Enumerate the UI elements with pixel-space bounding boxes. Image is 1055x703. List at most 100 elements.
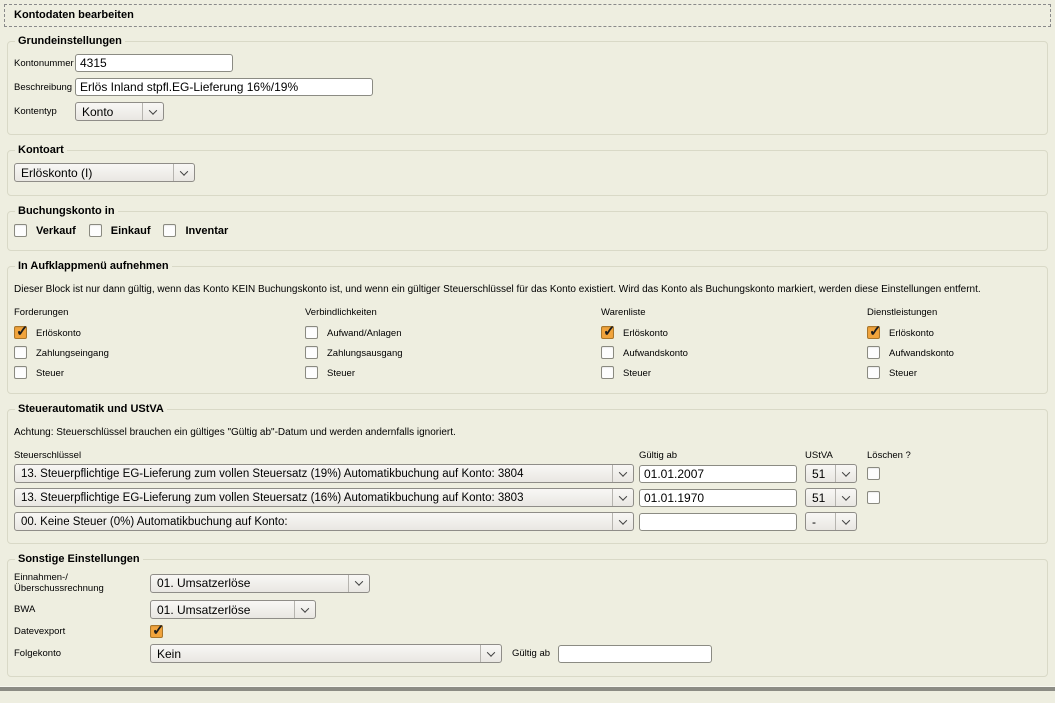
aufklappmenu-columns: Forderungen Erlöskonto Zahlungseingang S… [14, 307, 1041, 386]
section-grundeinstellungen: Grundeinstellungen Kontonummer Beschreib… [7, 35, 1048, 135]
chevron-down-icon [348, 575, 369, 592]
chevron-down-icon [294, 601, 315, 618]
list-item: Zahlungseingang [14, 346, 305, 359]
list-item: Steuer [867, 366, 1041, 379]
steuerschluessel-select-2[interactable]: 13. Steuerpflichtige EG-Lieferung zum vo… [14, 488, 634, 507]
steuerschluessel-select-2-value: 13. Steuerpflichtige EG-Lieferung zum vo… [15, 489, 612, 506]
ustva-select-1[interactable]: 51 [805, 464, 857, 483]
loeschen-checkbox-2[interactable] [867, 491, 880, 504]
header-loeschen: Löschen ? [867, 450, 911, 461]
bwa-select[interactable]: 01. Umsatzerlöse [150, 600, 316, 619]
row-beschreibung: Beschreibung [14, 78, 1041, 96]
kontoart-select[interactable]: Erlöskonto (I) [14, 163, 195, 182]
warenliste-erloeskonto-checkbox[interactable] [601, 326, 614, 339]
chevron-down-icon [612, 489, 633, 506]
gueltig-ab-input-3[interactable] [639, 513, 797, 531]
steuerschluessel-select-1[interactable]: 13. Steuerpflichtige EG-Lieferung zum vo… [14, 464, 634, 483]
steuerschluessel-select-1-value: 13. Steuerpflichtige EG-Lieferung zum vo… [15, 465, 612, 482]
list-item: Erlöskonto [867, 326, 1041, 339]
chevron-down-icon [173, 164, 194, 181]
section-kontoart-legend: Kontoart [15, 144, 67, 156]
datevexport-checkbox[interactable] [150, 625, 163, 638]
list-item: Erlöskonto [601, 326, 867, 339]
row-folgekonto: Folgekonto Kein Gültig ab [14, 644, 1041, 663]
forderungen-erloeskonto-label: Erlöskonto [36, 326, 81, 339]
inventar-checkbox[interactable] [163, 224, 176, 237]
chevron-down-icon [142, 103, 163, 120]
column-verbindlichkeiten-header: Verbindlichkeiten [305, 307, 601, 318]
list-item: Steuer [14, 366, 305, 379]
list-item: Zahlungsausgang [305, 346, 601, 359]
row-kontentyp: Kontentyp Konto [14, 102, 1041, 121]
ustva-select-1-value: 51 [806, 465, 835, 482]
ustva-select-3-value: - [806, 513, 835, 530]
eur-select[interactable]: 01. Umsatzerlöse [150, 574, 370, 593]
gueltig-ab-input-2[interactable] [639, 489, 797, 507]
verbindlichkeiten-steuer-checkbox[interactable] [305, 366, 318, 379]
folgekonto-label: Folgekonto [14, 648, 150, 659]
chevron-down-icon [612, 513, 633, 530]
folgekonto-gueltig-ab-input[interactable] [558, 645, 712, 663]
loeschen-checkbox-1[interactable] [867, 467, 880, 480]
warenliste-steuer-checkbox[interactable] [601, 366, 614, 379]
ustva-select-2-value: 51 [806, 489, 835, 506]
list-item: Aufwandskonto [867, 346, 1041, 359]
header-steuerschluessel: Steuerschlüssel [14, 450, 639, 461]
list-item: Steuer [601, 366, 867, 379]
verbindlichkeiten-aufwand-checkbox[interactable] [305, 326, 318, 339]
folgekonto-select[interactable]: Kein [150, 644, 502, 663]
kontoart-select-value: Erlöskonto (I) [15, 164, 173, 181]
steuerschluessel-select-3[interactable]: 00. Keine Steuer (0%) Automatikbuchung a… [14, 512, 634, 531]
checkbox-row-verkauf: Verkauf [14, 224, 76, 237]
list-item: Aufwandskonto [601, 346, 867, 359]
bottom-separator-bar [0, 686, 1055, 691]
forderungen-erloeskonto-checkbox[interactable] [14, 326, 27, 339]
section-steuerautomatik: Steuerautomatik und UStVA Achtung: Steue… [7, 403, 1048, 544]
column-warenliste: Warenliste Erlöskonto Aufwandskonto Steu… [601, 307, 867, 386]
inventar-label: Inventar [185, 225, 228, 237]
ustva-select-3[interactable]: - [805, 512, 857, 531]
column-warenliste-header: Warenliste [601, 307, 867, 318]
verbindlichkeiten-steuer-label: Steuer [327, 366, 355, 379]
chevron-down-icon [835, 489, 856, 506]
einkauf-checkbox[interactable] [89, 224, 102, 237]
column-forderungen-header: Forderungen [14, 307, 305, 318]
row-datevexport: Datevexport [14, 625, 1041, 638]
aufklappmenu-note: Dieser Block ist nur dann gültig, wenn d… [14, 284, 1041, 295]
section-sonstige: Sonstige Einstellungen Einnahmen-/Übersc… [7, 553, 1048, 677]
kontentyp-select[interactable]: Konto [75, 102, 164, 121]
header-ustva: UStVA [805, 450, 867, 461]
folgekonto-gueltig-ab-label: Gültig ab [512, 648, 550, 659]
dienstleistungen-aufwandskonto-checkbox[interactable] [867, 346, 880, 359]
gueltig-ab-input-1[interactable] [639, 465, 797, 483]
dienstleistungen-steuer-checkbox[interactable] [867, 366, 880, 379]
column-verbindlichkeiten: Verbindlichkeiten Aufwand/Anlagen Zahlun… [305, 307, 601, 386]
verbindlichkeiten-zahlungsausgang-label: Zahlungsausgang [327, 346, 403, 359]
beschreibung-label: Beschreibung [14, 82, 75, 93]
kontonummer-label: Kontonummer [14, 58, 75, 69]
forderungen-zahlungseingang-checkbox[interactable] [14, 346, 27, 359]
list-item: Aufwand/Anlagen [305, 326, 601, 339]
beschreibung-input[interactable] [75, 78, 373, 96]
forderungen-steuer-checkbox[interactable] [14, 366, 27, 379]
checkbox-row-einkauf: Einkauf [89, 224, 151, 237]
steuerschluessel-select-3-value: 00. Keine Steuer (0%) Automatikbuchung a… [15, 513, 612, 530]
kontentyp-label: Kontentyp [14, 106, 75, 117]
verkauf-checkbox[interactable] [14, 224, 27, 237]
column-dienstleistungen: Dienstleistungen Erlöskonto Aufwandskont… [867, 307, 1041, 386]
eur-select-value: 01. Umsatzerlöse [151, 575, 348, 592]
table-row: 13. Steuerpflichtige EG-Lieferung zum vo… [14, 464, 1041, 483]
ustva-select-2[interactable]: 51 [805, 488, 857, 507]
verbindlichkeiten-zahlungsausgang-checkbox[interactable] [305, 346, 318, 359]
dienstleistungen-erloeskonto-checkbox[interactable] [867, 326, 880, 339]
column-dienstleistungen-header: Dienstleistungen [867, 307, 1041, 318]
warenliste-aufwandskonto-label: Aufwandskonto [623, 346, 688, 359]
warenliste-aufwandskonto-checkbox[interactable] [601, 346, 614, 359]
section-steuerautomatik-legend: Steuerautomatik und UStVA [15, 403, 167, 415]
verbindlichkeiten-aufwand-label: Aufwand/Anlagen [327, 326, 401, 339]
kontentyp-select-value: Konto [76, 103, 142, 120]
section-aufklappmenu-legend: In Aufklappmenü aufnehmen [15, 260, 172, 272]
kontonummer-input[interactable] [75, 54, 233, 72]
bwa-select-value: 01. Umsatzerlöse [151, 601, 294, 618]
warenliste-steuer-label: Steuer [623, 366, 651, 379]
